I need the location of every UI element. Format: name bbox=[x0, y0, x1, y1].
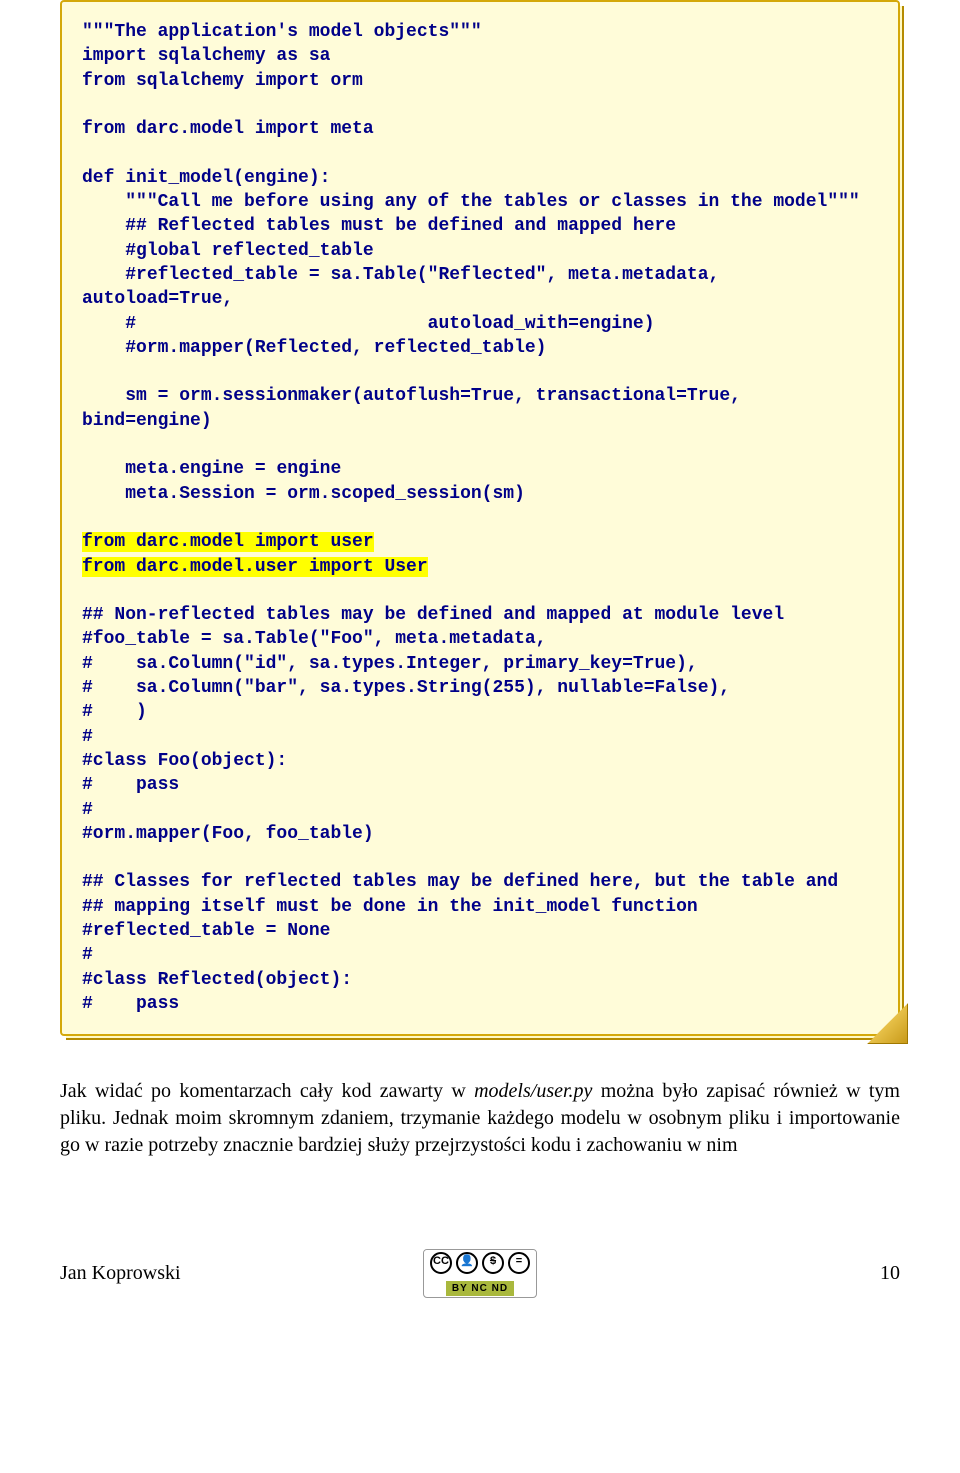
code-line: """The application's model objects""" bbox=[82, 22, 482, 42]
code-line: # bbox=[82, 727, 93, 747]
footer-author: Jan Koprowski bbox=[60, 1262, 423, 1285]
cc-icon: CC bbox=[430, 1252, 452, 1274]
code-line: # sa.Column("bar", sa.types.String(255),… bbox=[82, 678, 730, 698]
code-line: #reflected_table = sa.Table("Reflected",… bbox=[82, 265, 730, 309]
code-line: #class Reflected(object): bbox=[82, 970, 352, 990]
page-curl-icon bbox=[867, 1003, 908, 1044]
code-line: #class Foo(object): bbox=[82, 751, 287, 771]
body-paragraph: Jak widać po komentarzach cały kod zawar… bbox=[60, 1078, 900, 1159]
code-line: #orm.mapper(Reflected, reflected_table) bbox=[82, 338, 547, 358]
code-line: import sqlalchemy as sa bbox=[82, 46, 330, 66]
code-line: # bbox=[82, 945, 93, 965]
by-icon: 👤 bbox=[456, 1252, 478, 1274]
code-line: # sa.Column("id", sa.types.Integer, prim… bbox=[82, 654, 698, 674]
body-text-prefix: Jak widać po komentarzach cały kod zawar… bbox=[60, 1080, 474, 1102]
code-line: sm = orm.sessionmaker(autoflush=True, tr… bbox=[82, 386, 752, 430]
cc-license-badge: CC 👤 $ = BY NC ND bbox=[423, 1249, 537, 1298]
code-line: meta.engine = engine bbox=[82, 459, 341, 479]
code-line: # bbox=[82, 800, 93, 820]
code-line: #reflected_table = None bbox=[82, 921, 330, 941]
code-line: # pass bbox=[82, 775, 179, 795]
nc-icon: $ bbox=[482, 1252, 504, 1274]
code-line: #global reflected_table bbox=[82, 241, 374, 261]
code-line: ## Non-reflected tables may be defined a… bbox=[82, 605, 784, 625]
code-line: from sqlalchemy import orm bbox=[82, 71, 363, 91]
code-line: ## Reflected tables must be defined and … bbox=[82, 216, 676, 236]
code-line-highlighted: from darc.model.user import User bbox=[82, 557, 428, 577]
code-block: """The application's model objects""" im… bbox=[60, 0, 900, 1036]
code-line: #orm.mapper(Foo, foo_table) bbox=[82, 824, 374, 844]
code-block-wrapper: """The application's model objects""" im… bbox=[60, 0, 900, 1036]
code-line: # ) bbox=[82, 702, 147, 722]
code-line: """Call me before using any of the table… bbox=[82, 192, 860, 212]
code-line: ## mapping itself must be done in the in… bbox=[82, 897, 698, 917]
cc-label: BY NC ND bbox=[446, 1281, 514, 1296]
page-footer: Jan Koprowski CC 👤 $ = BY NC ND 10 bbox=[60, 1249, 900, 1298]
code-line: def init_model(engine): bbox=[82, 168, 330, 188]
code-line: from darc.model import meta bbox=[82, 119, 374, 139]
code-line: #foo_table = sa.Table("Foo", meta.metada… bbox=[82, 629, 546, 649]
footer-page-number: 10 bbox=[537, 1262, 900, 1285]
code-line: meta.Session = orm.scoped_session(sm) bbox=[82, 484, 525, 504]
code-line-highlighted: from darc.model import user bbox=[82, 532, 374, 552]
code-line: # autoload_with=engine) bbox=[82, 314, 655, 334]
body-text-filename: models/user.py bbox=[474, 1080, 592, 1102]
code-line: # pass bbox=[82, 994, 179, 1014]
nd-icon: = bbox=[508, 1252, 530, 1274]
code-line: ## Classes for reflected tables may be d… bbox=[82, 872, 838, 892]
